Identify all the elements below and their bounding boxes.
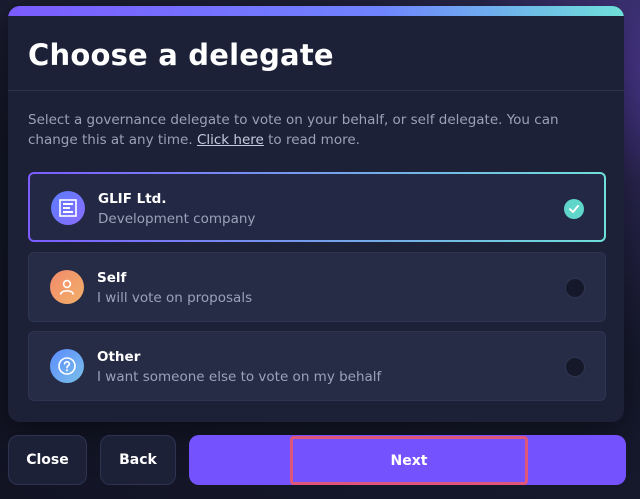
- check-icon: [564, 199, 584, 219]
- modal-description: Select a governance delegate to vote on …: [28, 110, 608, 150]
- modal-header: Choose a delegate: [8, 16, 624, 91]
- close-button[interactable]: Close: [8, 435, 87, 485]
- description-suffix: to read more.: [263, 132, 360, 148]
- radio-button[interactable]: [565, 278, 585, 298]
- option-title: GLIF Ltd.: [98, 191, 167, 207]
- delegate-modal: Choose a delegate Select a governance de…: [8, 6, 624, 422]
- option-subtitle: I want someone else to vote on my behalf: [97, 369, 382, 385]
- option-title: Other: [97, 349, 141, 365]
- option-subtitle: I will vote on proposals: [97, 290, 253, 306]
- option-subtitle: Development company: [98, 211, 256, 227]
- question-icon: [50, 349, 84, 383]
- delegate-option-self[interactable]: Self I will vote on proposals: [28, 252, 606, 322]
- next-button-highlight[interactable]: Next: [290, 436, 528, 485]
- delegate-option-other[interactable]: Other I want someone else to vote on my …: [28, 331, 606, 401]
- read-more-link[interactable]: Click here: [197, 132, 264, 148]
- next-button-label: Next: [390, 452, 428, 469]
- user-icon: [50, 270, 84, 304]
- option-title: Self: [97, 270, 127, 286]
- glif-logo-icon: [51, 191, 85, 225]
- radio-button[interactable]: [565, 357, 585, 377]
- modal-accent-bar: [8, 6, 624, 16]
- back-button[interactable]: Back: [100, 435, 176, 485]
- delegate-option-glif[interactable]: GLIF Ltd. Development company: [28, 172, 606, 242]
- modal-title: Choose a delegate: [28, 38, 334, 72]
